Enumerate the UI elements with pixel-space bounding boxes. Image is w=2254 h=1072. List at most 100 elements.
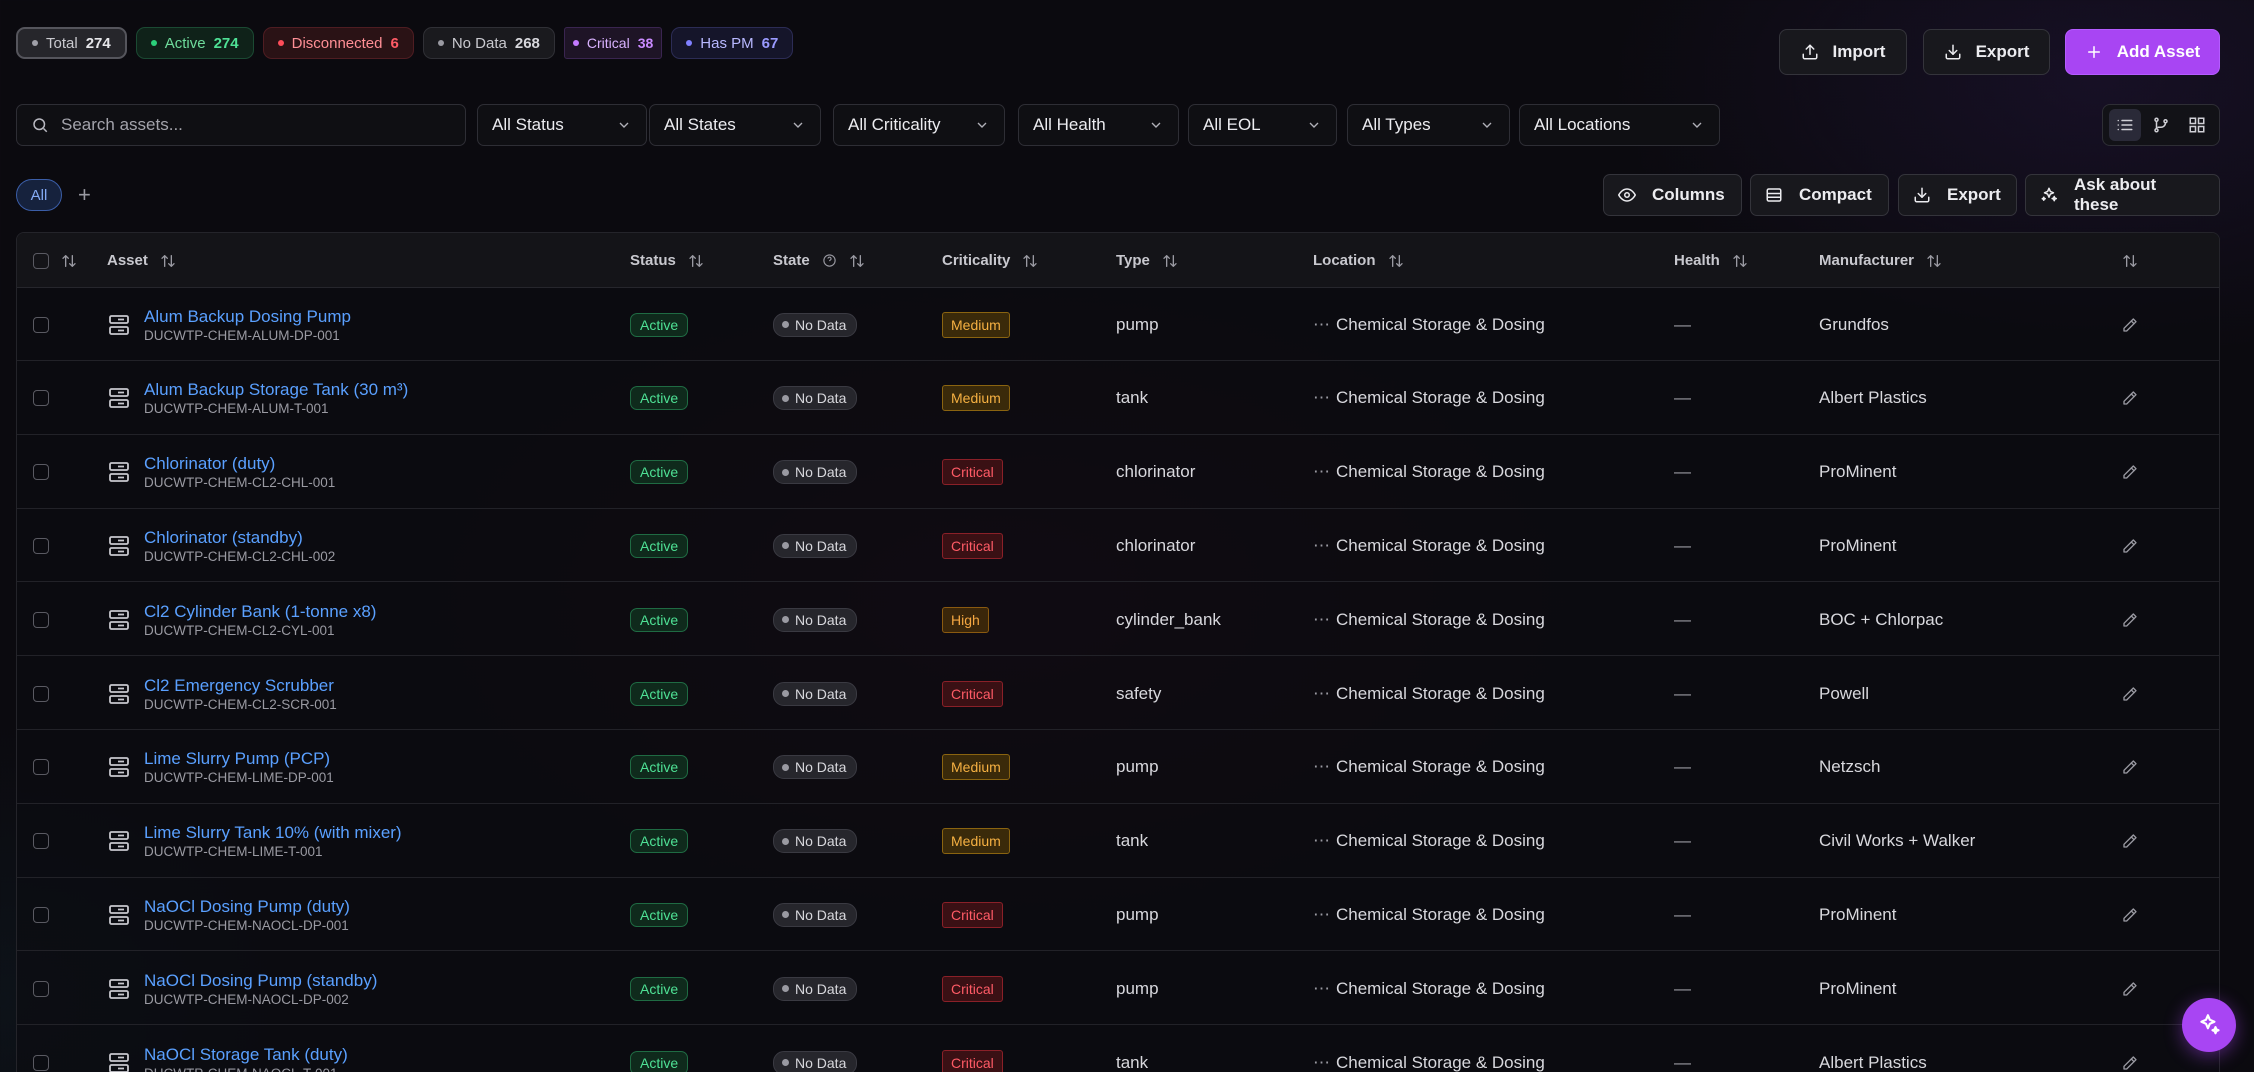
location-label: Chemical Storage & Dosing <box>1336 757 1545 777</box>
asset-name-link[interactable]: NaOCl Dosing Pump (standby) <box>144 970 377 991</box>
asset-name-link[interactable]: Alum Backup Storage Tank (30 m³) <box>144 379 408 400</box>
asset-name-link[interactable]: Lime Slurry Tank 10% (with mixer) <box>144 822 402 843</box>
state-badge: No Data <box>773 386 858 411</box>
export-button[interactable]: Export <box>1923 29 2050 75</box>
asset-name-link[interactable]: Alum Backup Dosing Pump <box>144 306 351 327</box>
stat-pill-disc[interactable]: Disconnected 6 <box>262 27 414 59</box>
row-checkbox[interactable] <box>33 685 49 702</box>
table-row[interactable]: Cl2 Cylinder Bank (1-tonne x8) DUCWTP-CHE… <box>17 583 2219 657</box>
edit-icon[interactable] <box>2122 878 2138 951</box>
edit-icon[interactable] <box>2122 583 2138 656</box>
stat-pill-active[interactable]: Active 274 <box>135 27 254 59</box>
row-checkbox[interactable] <box>33 906 49 923</box>
filter-select-3[interactable]: All Health <box>1018 104 1179 146</box>
filter-select-4[interactable]: All EOL <box>1188 104 1337 146</box>
edit-icon[interactable] <box>2122 657 2138 730</box>
table-row[interactable]: NaOCl Dosing Pump (standby) DUCWTP-CHEM-N… <box>17 952 2219 1026</box>
row-checkbox[interactable] <box>33 759 49 776</box>
manufacturer-cell: BOC + Chlorpac <box>1819 609 1944 629</box>
import-button[interactable]: Import <box>1779 29 1907 75</box>
asset-name-link[interactable]: NaOCl Dosing Pump (duty) <box>144 896 350 917</box>
edit-icon[interactable] <box>2122 805 2138 878</box>
column-type[interactable]: Type <box>1116 233 1178 288</box>
column-status[interactable]: Status <box>630 233 704 288</box>
filter-select-1[interactable]: All States <box>649 104 821 146</box>
saved-view-all[interactable]: All <box>16 179 62 211</box>
table-row[interactable]: NaOCl Dosing Pump (duty) DUCWTP-CHEM-NAOC… <box>17 878 2219 952</box>
column-manufacturer[interactable]: Manufacturer <box>1819 233 1942 288</box>
server-icon <box>107 731 131 804</box>
table-row[interactable]: Alum Backup Storage Tank (30 m³) DUCWTP-C… <box>17 362 2219 435</box>
row-checkbox[interactable] <box>33 980 49 997</box>
stat-pill-nodata[interactable]: No Data 268 <box>422 27 555 59</box>
row-checkbox[interactable] <box>33 316 49 333</box>
location-label: Chemical Storage & Dosing <box>1336 609 1545 629</box>
asset-name-link[interactable]: Cl2 Emergency Scrubber <box>144 675 337 696</box>
filter-select-5[interactable]: All Types <box>1347 104 1510 146</box>
column-location[interactable]: Location <box>1313 233 1404 288</box>
row-checkbox[interactable] <box>33 833 49 850</box>
column-health[interactable]: Health <box>1674 233 1748 288</box>
type-cell: pump <box>1116 978 1159 998</box>
hierarchy-view-icon[interactable] <box>2145 109 2177 141</box>
stat-label: Total <box>46 34 78 52</box>
sort-icon <box>2123 254 2137 267</box>
row-checkbox[interactable] <box>33 390 49 407</box>
server-icon <box>107 1026 131 1072</box>
sort-icon[interactable] <box>61 253 77 269</box>
edit-icon[interactable] <box>2122 731 2138 804</box>
list-view-icon[interactable] <box>2109 109 2141 141</box>
grid-view-icon[interactable] <box>2181 109 2213 141</box>
columns-button[interactable]: Columns <box>1603 174 1742 216</box>
edit-icon[interactable] <box>2122 288 2138 361</box>
add-asset-button[interactable]: Add Asset <box>2065 29 2220 75</box>
asset-name-link[interactable]: Lime Slurry Pump (PCP) <box>144 748 334 769</box>
column-criticality[interactable]: Criticality <box>942 233 1038 288</box>
row-checkbox[interactable] <box>33 464 49 481</box>
search-box[interactable] <box>16 104 466 146</box>
column-state[interactable]: State <box>773 233 865 288</box>
table-row[interactable]: Chlorinator (standby) DUCWTP-CHEM-CL2-CHL… <box>17 509 2219 583</box>
filter-select-0[interactable]: All Status <box>477 104 647 146</box>
select-all-checkbox[interactable] <box>33 252 49 269</box>
asset-name-link[interactable]: Cl2 Cylinder Bank (1-tonne x8) <box>144 601 376 622</box>
table-row[interactable]: Cl2 Emergency Scrubber DUCWTP-CHEM-CL2-SC… <box>17 657 2219 730</box>
search-input[interactable] <box>61 115 441 135</box>
help-circle-icon[interactable] <box>822 253 837 268</box>
edit-icon[interactable] <box>2122 1026 2138 1072</box>
state-badge: No Data <box>773 312 858 337</box>
add-view-button[interactable]: + <box>78 180 91 210</box>
edit-icon[interactable] <box>2122 436 2138 509</box>
compact-button[interactable]: Compact <box>1750 174 1889 216</box>
filter-select-2[interactable]: All Criticality <box>833 104 1005 146</box>
location-cell: ⋯ Chemical Storage & Dosing <box>1313 583 1545 656</box>
stat-pill-pm[interactable]: Has PM 67 <box>671 27 794 59</box>
edit-icon[interactable] <box>2122 509 2138 582</box>
filter-select-6[interactable]: All Locations <box>1519 104 1720 146</box>
table-row[interactable]: Chlorinator (duty) DUCWTP-CHEM-CL2-CHL-00… <box>17 436 2219 509</box>
row-checkbox[interactable] <box>33 1054 49 1071</box>
asset-name-link[interactable]: Chlorinator (duty) <box>144 453 335 474</box>
asset-name-link[interactable]: NaOCl Storage Tank (duty) <box>144 1044 348 1065</box>
asset-id: DUCWTP-CHEM-CL2-CYL-001 <box>144 622 335 638</box>
asset-name-link[interactable]: Chlorinator (standby) <box>144 527 335 548</box>
filter-value: All Status <box>492 115 564 134</box>
row-checkbox[interactable] <box>33 537 49 554</box>
stat-pill-crit[interactable]: Critical 38 <box>563 27 663 59</box>
edit-icon[interactable] <box>2122 952 2138 1025</box>
table-row[interactable]: NaOCl Storage Tank (duty)DUCWTP-CHEM-NAO… <box>17 1026 2219 1072</box>
ai-assistant-button[interactable] <box>2182 998 2236 1052</box>
row-checkbox[interactable] <box>33 611 49 628</box>
edit-icon[interactable] <box>2122 362 2138 435</box>
stat-pill-total[interactable]: Total 274 <box>16 27 127 59</box>
health-cell: — <box>1674 609 1691 629</box>
column-actions[interactable] <box>2122 233 2138 288</box>
table-row[interactable]: Lime Slurry Pump (PCP) DUCWTP-CHEM-LIME-D… <box>17 731 2219 804</box>
table-export-button[interactable]: Export <box>1898 174 2017 216</box>
ask-ai-button[interactable]: Ask about these <box>2025 174 2220 216</box>
table-row[interactable]: Alum Backup Dosing Pump DUCWTP-CHEM-ALUM-… <box>17 288 2219 361</box>
health-cell: — <box>1674 757 1691 777</box>
table-row[interactable]: Lime Slurry Tank 10% (with mixer) DUCWTP-… <box>17 805 2219 878</box>
column-asset[interactable]: Asset <box>107 233 176 288</box>
manufacturer-cell: ProMinent <box>1819 978 1897 998</box>
